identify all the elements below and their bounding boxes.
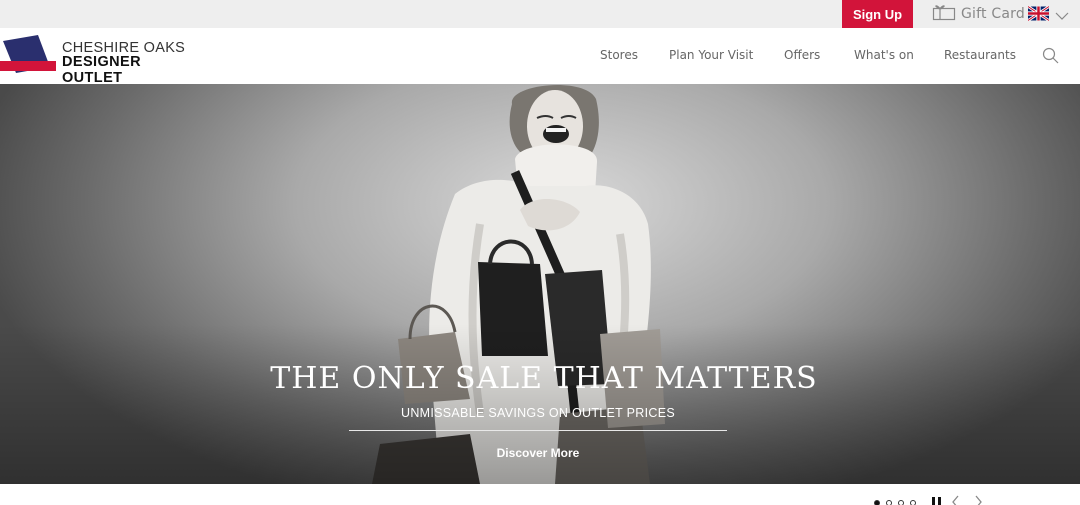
chevron-left-icon[interactable] bbox=[950, 494, 962, 505]
pause-icon[interactable] bbox=[932, 497, 941, 505]
logo-mark-icon bbox=[0, 35, 56, 73]
hero-headline: THE ONLY SALE THAT MATTERS bbox=[270, 361, 818, 396]
carousel-dot-2[interactable] bbox=[886, 500, 892, 505]
discover-more-button[interactable]: Discover More bbox=[488, 446, 588, 460]
chevron-right-icon[interactable] bbox=[972, 494, 984, 505]
site-logo[interactable]: CHESHIRE OAKS DESIGNER OUTLET bbox=[0, 33, 200, 86]
hero-divider bbox=[349, 430, 727, 431]
carousel-dot-3[interactable] bbox=[898, 500, 904, 505]
utility-bar: Sign Up Gift Card bbox=[0, 0, 1080, 28]
chevron-down-icon[interactable] bbox=[1055, 7, 1069, 20]
nav-stores[interactable]: Stores bbox=[600, 48, 638, 62]
logo-text-line2: DESIGNER OUTLET bbox=[62, 54, 141, 86]
search-icon[interactable] bbox=[1041, 46, 1061, 66]
hero-banner[interactable]: THE ONLY SALE THAT MATTERS UNMISSABLE SA… bbox=[0, 84, 1080, 484]
hero-overlay bbox=[0, 324, 1080, 484]
carousel-controls bbox=[870, 492, 990, 505]
carousel-dot-4[interactable] bbox=[910, 500, 916, 505]
gift-card-link[interactable]: Gift Card bbox=[932, 3, 1025, 25]
sign-up-button[interactable]: Sign Up bbox=[842, 0, 913, 28]
nav-restaurants[interactable]: Restaurants bbox=[944, 48, 1016, 62]
nav-whats-on[interactable]: What's on bbox=[854, 48, 914, 62]
site-header: CHESHIRE OAKS DESIGNER OUTLET Stores Pla… bbox=[0, 28, 1080, 86]
hero-subheadline: UNMISSABLE SAVINGS ON OUTLET PRICES bbox=[401, 406, 675, 420]
nav-offers[interactable]: Offers bbox=[784, 48, 820, 62]
carousel-dot-1[interactable] bbox=[874, 500, 880, 505]
uk-flag-icon[interactable] bbox=[1027, 5, 1050, 22]
gift-card-label: Gift Card bbox=[961, 6, 1025, 22]
gift-icon bbox=[932, 3, 956, 25]
nav-plan-your-visit[interactable]: Plan Your Visit bbox=[669, 48, 753, 62]
